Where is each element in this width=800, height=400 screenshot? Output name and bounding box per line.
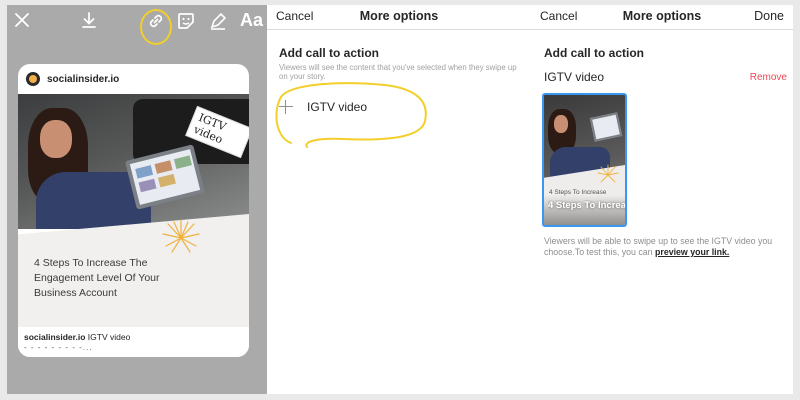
card-title: 4 Steps To Increase The Engagement Level… bbox=[34, 257, 160, 299]
card-footer-user: socialinsider.io bbox=[24, 332, 86, 342]
selected-item-row: IGTV video Remove bbox=[544, 70, 787, 84]
thumb-laptop bbox=[589, 112, 623, 142]
top-bar: Cancel More options Done bbox=[531, 5, 793, 30]
selected-cta-panel: Cancel More options Done Add call to act… bbox=[531, 5, 793, 394]
person-face bbox=[40, 120, 72, 158]
info-text: Viewers will be able to swipe up to see … bbox=[544, 236, 784, 258]
done-button[interactable]: Done bbox=[754, 9, 784, 23]
avatar bbox=[26, 72, 40, 86]
thumb-firework-icon bbox=[597, 164, 619, 183]
cancel-button[interactable]: Cancel bbox=[276, 9, 313, 23]
close-icon[interactable] bbox=[13, 11, 31, 29]
thumb-person-face bbox=[554, 115, 568, 133]
story-editor-panel: Aa socialinsider.io IGTV video 4 Steps T… bbox=[7, 5, 267, 394]
helper-text: Viewers will see the content that you've… bbox=[279, 63, 517, 81]
link-icon[interactable] bbox=[146, 11, 166, 31]
text-tool-button[interactable]: Aa bbox=[240, 10, 263, 31]
firework-icon bbox=[162, 219, 200, 253]
card-footer: socialinsider.io IGTV video - - - - - - … bbox=[18, 327, 249, 357]
add-cta-panel: Cancel More options Add call to action V… bbox=[267, 5, 531, 394]
sticker-icon[interactable] bbox=[176, 11, 196, 31]
selected-item-name: IGTV video bbox=[544, 70, 605, 84]
pen-icon[interactable] bbox=[208, 11, 228, 31]
cancel-button[interactable]: Cancel bbox=[540, 9, 577, 23]
thumb-title: 4 Steps To Increase The... bbox=[548, 200, 626, 211]
remove-button[interactable]: Remove bbox=[750, 72, 787, 83]
add-igtv-video-option[interactable]: IGTV video bbox=[279, 95, 367, 119]
plus-icon bbox=[279, 100, 293, 114]
card-footer-more: - - - - - - - - -... bbox=[24, 343, 93, 352]
card-footer-caption: IGTV video bbox=[87, 332, 131, 342]
download-icon[interactable] bbox=[80, 11, 98, 29]
section-title: Add call to action bbox=[279, 46, 380, 60]
card-caption-line: socialinsider.io IGTV video bbox=[24, 332, 243, 342]
top-bar: Cancel More options bbox=[267, 5, 531, 30]
section-title: Add call to action bbox=[544, 46, 645, 60]
card-username: socialinsider.io bbox=[47, 73, 120, 85]
add-option-label: IGTV video bbox=[307, 100, 368, 114]
card-header: socialinsider.io bbox=[18, 64, 249, 94]
shared-post-card[interactable]: socialinsider.io IGTV video 4 Steps To I… bbox=[18, 64, 249, 357]
preview-link[interactable]: preview your link. bbox=[655, 247, 729, 257]
selected-video-thumbnail[interactable]: 4 Steps To Increase 4 Steps To Increase … bbox=[542, 93, 627, 227]
